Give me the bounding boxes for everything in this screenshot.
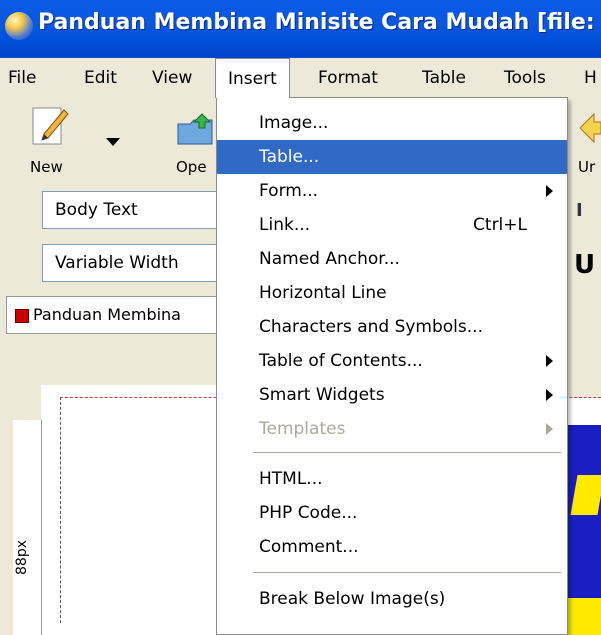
menu-item-break-below-image[interactable]: Break Below Image(s) <box>217 582 567 616</box>
menu-item-named-anchor[interactable]: Named Anchor... <box>217 242 567 276</box>
menu-item-image[interactable]: Image... <box>217 106 567 140</box>
menu-item-link[interactable]: Link... Ctrl+L <box>217 208 567 242</box>
app-icon <box>5 12 33 40</box>
document-tab-title: Panduan Membina <box>33 305 181 324</box>
document-icon <box>15 309 29 323</box>
submenu-arrow-icon <box>546 389 553 401</box>
menu-bar: File Edit View Insert Format Table Tools… <box>0 58 601 99</box>
window-title: Panduan Membina Minisite Cara Mudah [fil… <box>38 10 595 35</box>
open-folder-icon[interactable] <box>176 112 216 148</box>
new-document-icon[interactable] <box>30 104 70 150</box>
submenu-arrow-icon <box>546 423 553 435</box>
menu-format[interactable]: Format <box>318 66 378 90</box>
title-bar: Panduan Membina Minisite Cara Mudah [fil… <box>0 0 601 58</box>
format-marker-icon: I <box>576 200 583 221</box>
vertical-ruler <box>13 420 42 635</box>
menu-item-templates: Templates <box>217 412 567 446</box>
menu-help[interactable]: H <box>584 66 597 90</box>
undo-icon[interactable] <box>578 110 601 146</box>
undo-button-label[interactable]: Ur <box>578 158 595 176</box>
menu-item-html[interactable]: HTML... <box>217 462 567 496</box>
new-dropdown-arrow[interactable] <box>106 138 120 146</box>
ruler-label: 88px <box>14 540 30 575</box>
menu-item-table-of-contents[interactable]: Table of Contents... <box>217 344 567 378</box>
submenu-arrow-icon <box>546 355 553 367</box>
menu-file[interactable]: File <box>8 66 36 90</box>
menu-item-table[interactable]: Table... <box>217 140 567 174</box>
menu-view[interactable]: View <box>152 66 192 90</box>
menu-item-smart-widgets[interactable]: Smart Widgets <box>217 378 567 412</box>
menu-item-characters-symbols[interactable]: Characters and Symbols... <box>217 310 567 344</box>
open-button-label[interactable]: Ope <box>176 158 207 176</box>
underline-icon[interactable]: U <box>574 250 595 280</box>
menu-item-horizontal-line[interactable]: Horizontal Line <box>217 276 567 310</box>
menu-item-comment[interactable]: Comment... <box>217 530 567 564</box>
submenu-arrow-icon <box>546 185 553 197</box>
menu-item-form[interactable]: Form... <box>217 174 567 208</box>
menu-insert[interactable]: Insert <box>215 58 290 98</box>
insert-menu: Image... Table... Form... Link... Ctrl+L … <box>216 97 568 635</box>
width-combo[interactable]: Variable Width <box>42 244 242 282</box>
menu-edit[interactable]: Edit <box>84 66 117 90</box>
new-button-label[interactable]: New <box>30 158 63 176</box>
menu-separator <box>253 572 561 574</box>
style-combo[interactable]: Body Text <box>42 191 242 229</box>
menu-tools[interactable]: Tools <box>504 66 546 90</box>
menu-item-php-code[interactable]: PHP Code... <box>217 496 567 530</box>
menu-separator <box>253 452 561 454</box>
menu-table[interactable]: Table <box>422 66 466 90</box>
shortcut-label: Ctrl+L <box>473 215 527 235</box>
